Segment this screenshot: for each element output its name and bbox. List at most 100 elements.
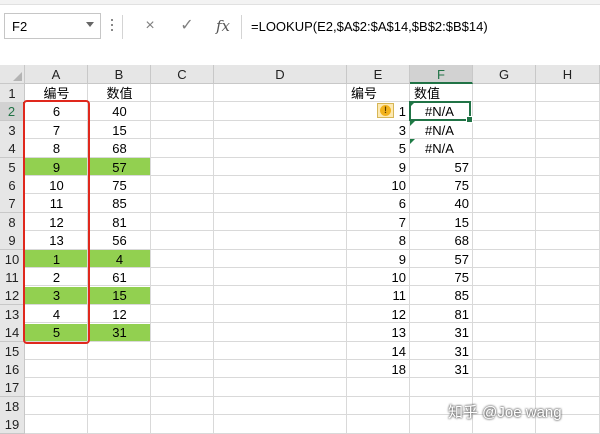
column-header-c[interactable]: C xyxy=(151,65,214,84)
cell[interactable]: 5 xyxy=(347,139,406,158)
column-header-d[interactable]: D xyxy=(214,65,347,84)
cell[interactable]: 6 xyxy=(347,194,406,213)
gridline xyxy=(535,84,536,434)
row-header-5[interactable]: 5 xyxy=(0,157,25,177)
row-header-11[interactable]: 11 xyxy=(0,268,25,287)
cell[interactable]: 11 xyxy=(347,286,407,305)
gridline xyxy=(25,377,600,379)
cell[interactable]: 13 xyxy=(347,323,406,342)
cell[interactable]: 18 xyxy=(347,360,406,379)
annotation-red-box xyxy=(23,100,90,344)
row-header-19[interactable]: 19 xyxy=(0,415,25,434)
row-header-1[interactable]: 1 xyxy=(0,84,25,103)
gridline xyxy=(213,84,214,434)
column-header-f[interactable]: F xyxy=(410,65,473,84)
cell[interactable]: 57 xyxy=(410,250,469,269)
cell[interactable]: #N/A xyxy=(410,139,469,158)
cell[interactable]: 85 xyxy=(410,286,469,305)
cell[interactable]: 12 xyxy=(88,305,151,324)
select-all-button[interactable] xyxy=(0,65,25,84)
selected-cell-outline xyxy=(409,101,473,124)
cell[interactable]: 31 xyxy=(410,323,469,342)
name-box[interactable]: F2 xyxy=(4,13,101,39)
cell[interactable]: 57 xyxy=(88,158,151,177)
gridline xyxy=(472,84,473,434)
cell[interactable]: 14 xyxy=(347,342,406,361)
cell[interactable]: 12 xyxy=(347,305,406,324)
cell[interactable]: 15 xyxy=(410,213,469,232)
column-header-b[interactable]: B xyxy=(88,65,151,84)
cancel-icon: × xyxy=(145,17,155,34)
cell[interactable]: 9 xyxy=(347,250,406,269)
cell[interactable]: 10 xyxy=(347,268,406,287)
cell[interactable]: 81 xyxy=(88,213,151,232)
cell-header[interactable]: 数值 xyxy=(88,84,151,103)
cell[interactable]: 75 xyxy=(410,176,469,195)
error-warning-button[interactable]: ! xyxy=(377,103,394,119)
row-header-14[interactable]: 14 xyxy=(0,323,25,343)
cell[interactable]: 9 xyxy=(347,158,406,177)
gridline xyxy=(25,395,600,397)
enter-button[interactable]: ✓ xyxy=(174,14,200,38)
cell[interactable]: 68 xyxy=(88,139,151,158)
spreadsheet-grid[interactable]: A B C D E F G H 1 2 3 4 5 6 7 8 9 10 11 12 13 14 15 16 17 18 19 编号数… xyxy=(0,65,600,434)
column-header-a[interactable]: A xyxy=(25,65,88,84)
error-indicator-icon xyxy=(410,139,415,145)
insert-function-button[interactable]: fx xyxy=(210,14,236,38)
gridline xyxy=(25,432,600,434)
row-header-7[interactable]: 7 xyxy=(0,194,25,214)
cell-header[interactable]: 编号 xyxy=(351,84,409,103)
separator xyxy=(122,15,123,39)
row-header-4[interactable]: 4 xyxy=(0,139,25,159)
cell[interactable]: 4 xyxy=(88,250,151,269)
row-header-15[interactable]: 15 xyxy=(0,341,25,361)
row-header-2[interactable]: 2 xyxy=(0,102,25,122)
name-box-value: F2 xyxy=(12,19,28,34)
watermark-text: 知乎 @Joe wang xyxy=(448,403,562,421)
fill-handle[interactable] xyxy=(466,116,473,124)
row-header-13[interactable]: 13 xyxy=(0,304,25,324)
column-header-h[interactable]: H xyxy=(536,65,600,84)
row-header-16[interactable]: 16 xyxy=(0,360,25,379)
cell[interactable]: 57 xyxy=(410,158,469,177)
cell[interactable]: 61 xyxy=(88,268,151,287)
cell[interactable]: 31 xyxy=(88,323,151,342)
warning-icon: ! xyxy=(380,105,391,117)
cell[interactable]: 31 xyxy=(410,342,469,361)
cell[interactable]: 10 xyxy=(347,176,406,195)
cell-header[interactable]: 数值 xyxy=(414,84,472,103)
cell[interactable]: 15 xyxy=(88,121,151,140)
row-header-3[interactable]: 3 xyxy=(0,120,25,140)
row-header-17[interactable]: 17 xyxy=(0,378,25,398)
row-header-8[interactable]: 8 xyxy=(0,212,25,232)
row-header-6[interactable]: 6 xyxy=(0,176,25,195)
cell[interactable]: 3 xyxy=(347,121,406,140)
cell[interactable]: 75 xyxy=(410,268,469,287)
cell[interactable]: 15 xyxy=(88,286,151,305)
cell[interactable]: 40 xyxy=(410,194,469,213)
formula-bar-grip-icon[interactable] xyxy=(110,19,114,33)
separator xyxy=(241,15,242,39)
cell[interactable]: 40 xyxy=(88,102,151,121)
cell[interactable]: 8 xyxy=(347,231,406,250)
formula-input[interactable]: =LOOKUP(E2,$A$2:$A$14,$B$2:$B$14) xyxy=(251,19,488,34)
column-header-g[interactable]: G xyxy=(473,65,536,84)
row-header-9[interactable]: 9 xyxy=(0,231,25,251)
cell[interactable]: 85 xyxy=(88,194,151,213)
cell[interactable]: 75 xyxy=(88,176,151,195)
gridline xyxy=(25,359,600,360)
fx-icon: fx xyxy=(215,17,230,35)
cell[interactable]: 56 xyxy=(88,231,151,250)
row-header-12[interactable]: 12 xyxy=(0,286,25,306)
column-header-e[interactable]: E xyxy=(347,65,410,84)
check-icon: ✓ xyxy=(180,17,194,34)
row-header-10[interactable]: 10 xyxy=(0,249,25,269)
cell[interactable]: 7 xyxy=(347,213,406,232)
cell[interactable]: 81 xyxy=(410,305,469,324)
chevron-down-icon[interactable] xyxy=(86,22,94,27)
row-header-18[interactable]: 18 xyxy=(0,396,25,416)
cell[interactable]: 31 xyxy=(410,360,469,379)
cancel-button[interactable]: × xyxy=(137,14,163,38)
cell[interactable]: #N/A xyxy=(410,121,469,140)
cell[interactable]: 68 xyxy=(410,231,469,250)
